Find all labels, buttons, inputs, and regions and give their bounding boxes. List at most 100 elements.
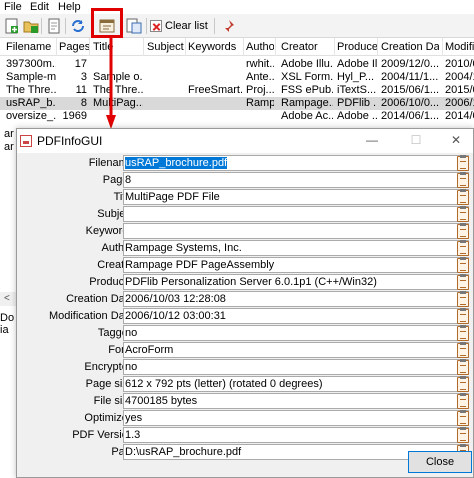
copy-clipboard-icon[interactable]	[457, 359, 469, 375]
table-cell: 397300m...	[6, 58, 56, 70]
table-row[interactable]: 397300m... 17 rwhit... Adobe Illu... Adobe I…	[0, 58, 474, 71]
copy-clipboard-icon[interactable]	[457, 376, 469, 392]
table-row[interactable]: The Thre... 11 The Thre... FreeSmart... Proj…	[0, 84, 474, 97]
refresh-icon[interactable]	[69, 17, 87, 35]
clear-list-button[interactable]: Clear list	[150, 17, 208, 35]
property-value: 4700185 bytes	[125, 395, 198, 407]
property-value-field[interactable]: 1.3	[123, 427, 469, 443]
property-row: Creator: Rampage PDF PageAssembly	[17, 257, 473, 274]
copy-clipboard-icon[interactable]	[457, 325, 469, 341]
property-value-field[interactable]: PDFlib Personalization Server 6.0.1p1 (C…	[123, 274, 469, 290]
column-header[interactable]: Title	[93, 41, 143, 53]
copy-clipboard-icon[interactable]	[457, 155, 469, 171]
property-row: Modification Date: 2006/10/12 03:00:31	[17, 308, 473, 325]
add-file-icon[interactable]	[3, 17, 21, 35]
table-row[interactable]: oversize_... 1969 Adobe Ac... Adobe ... 2014…	[0, 110, 474, 123]
menu-file[interactable]: File	[4, 1, 22, 13]
property-row: Keywords:	[17, 223, 473, 240]
row-fragment: ar	[4, 141, 14, 153]
copy-clipboard-icon[interactable]	[457, 240, 469, 256]
property-value-field[interactable]: AcroForm	[123, 342, 469, 358]
property-value-field[interactable]: Rampage Systems, Inc.	[123, 240, 469, 256]
property-value-field[interactable]: 2006/10/12 03:00:31	[123, 308, 469, 324]
menu-bar: File Edit Help	[0, 0, 474, 14]
table-row[interactable]: usRAP_b... 8 MultiPag... Ramp... Rampage... P…	[0, 97, 474, 110]
property-row: Subject:	[17, 206, 473, 223]
column-header[interactable]: Filename	[6, 41, 56, 53]
menu-help[interactable]: Help	[58, 1, 81, 13]
column-header[interactable]: Subject	[147, 41, 185, 53]
property-value-field[interactable]: 8	[123, 172, 469, 188]
property-row: Optimized: yes	[17, 410, 473, 427]
table-cell: oversize_...	[6, 110, 56, 122]
property-row: Producer: PDFlib Personalization Server 6…	[17, 274, 473, 291]
export-icon[interactable]	[125, 17, 143, 35]
table-cell: 3	[80, 71, 87, 83]
copy-clipboard-icon[interactable]	[457, 393, 469, 409]
property-row: Page size: 612 x 792 pts (letter) (rotate…	[17, 376, 473, 393]
property-row: Tagged: no	[17, 325, 473, 342]
column-header[interactable]: Creator	[281, 41, 333, 53]
property-value: 8	[125, 174, 132, 186]
property-value-field[interactable]: 2006/10/03 12:28:08	[123, 291, 469, 307]
property-value-field[interactable]: 4700185 bytes	[123, 393, 469, 409]
table-cell: 2004/11/1...	[381, 71, 439, 83]
copy-clipboard-icon[interactable]	[457, 189, 469, 205]
copy-clipboard-icon[interactable]	[457, 410, 469, 426]
close-button[interactable]: Close	[408, 451, 472, 473]
maximize-icon[interactable]: ☐	[401, 131, 431, 149]
column-header[interactable]: Author	[246, 41, 274, 53]
scroll-left-arrow[interactable]: <	[4, 293, 10, 304]
property-value: D:\usRAP_brochure.pdf	[125, 446, 242, 458]
copy-clipboard-icon[interactable]	[457, 308, 469, 324]
add-folder-icon[interactable]	[22, 17, 40, 35]
menu-edit[interactable]: Edit	[30, 1, 49, 13]
property-value-field[interactable]: yes	[123, 410, 469, 426]
table-cell: 17	[74, 58, 87, 70]
table-cell: 11	[75, 84, 87, 96]
table-cell: XSL Form...	[281, 71, 333, 83]
status-fragment: Do	[0, 312, 15, 324]
table-row[interactable]: Sample-m... 3 Sample o... Ante... XSL Form..…	[0, 71, 474, 84]
property-value-field[interactable]: MultiPage PDF File	[123, 189, 469, 205]
close-icon[interactable]: ✕	[441, 131, 471, 149]
copy-clipboard-icon[interactable]	[457, 172, 469, 188]
copy-clipboard-icon[interactable]	[457, 427, 469, 443]
table-cell: Ramp...	[246, 97, 274, 109]
table-cell: Hyl_P...	[337, 71, 375, 83]
property-value-field[interactable]: no	[123, 359, 469, 375]
property-value-field[interactable]: usRAP_brochure.pdf	[123, 155, 469, 171]
table-cell: rwhit...	[246, 58, 274, 70]
column-header[interactable]: Keywords	[188, 41, 242, 53]
column-header[interactable]: Producer	[337, 41, 377, 53]
property-value: no	[125, 361, 138, 373]
minimize-icon[interactable]: —	[357, 131, 387, 149]
table-cell: 2004/1	[445, 71, 474, 83]
property-row: Pages: 8	[17, 172, 473, 189]
column-header[interactable]: Modification	[445, 41, 474, 53]
copy-clipboard-icon[interactable]	[457, 206, 469, 222]
property-value-field[interactable]	[123, 223, 469, 239]
property-row: Encrypted: no	[17, 359, 473, 376]
property-value-field[interactable]: Rampage PDF PageAssembly	[123, 257, 469, 273]
copy-clipboard-icon[interactable]	[457, 274, 469, 290]
table-cell: Sample-m...	[6, 71, 56, 83]
pin-icon[interactable]	[219, 17, 237, 35]
property-value-field[interactable]: 612 x 792 pts (letter) (rotated 0 degree…	[123, 376, 469, 392]
pdf-app-icon	[20, 135, 32, 147]
property-value: 612 x 792 pts (letter) (rotated 0 degree…	[125, 378, 323, 390]
clear-list-label: Clear list	[165, 20, 208, 32]
copy-clipboard-icon[interactable]	[457, 342, 469, 358]
copy-clipboard-icon[interactable]	[457, 291, 469, 307]
column-header[interactable]: Pages	[59, 41, 89, 53]
copy-clipboard-icon[interactable]	[457, 223, 469, 239]
table-cell: 1969	[62, 110, 87, 122]
property-value: 1.3	[125, 429, 141, 441]
property-value-field[interactable]	[123, 206, 469, 222]
column-header[interactable]: Creation Date	[381, 41, 439, 53]
table-cell: FSS ePub...	[281, 84, 333, 96]
property-value-field[interactable]: no	[123, 325, 469, 341]
property-value: 2006/10/12 03:00:31	[125, 310, 226, 322]
copy-clipboard-icon[interactable]	[457, 257, 469, 273]
open-icon[interactable]	[45, 17, 63, 35]
